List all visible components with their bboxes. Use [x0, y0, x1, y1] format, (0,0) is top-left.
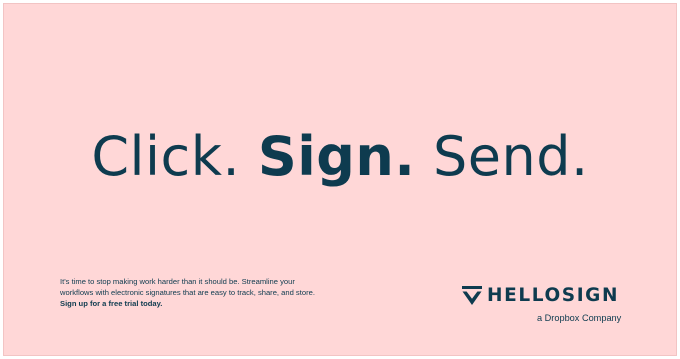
headline-word-send: Send.: [433, 125, 589, 188]
body-copy-line-2: workflows with electronic signatures tha…: [60, 288, 315, 298]
body-copy: It's time to stop making work harder tha…: [60, 276, 390, 310]
hellosign-ad-banner[interactable]: Click. Sign. Send. It's time to stop mak…: [3, 3, 677, 356]
headline-word-click: Click.: [91, 125, 241, 188]
body-copy-line-1: It's time to stop making work harder tha…: [60, 277, 295, 286]
headline-word-sign: Sign.: [257, 125, 416, 188]
hellosign-logo: HELLOSIGN a Dropbox Company: [458, 285, 638, 327]
hellosign-wordmark: HELLOSIGN: [487, 285, 620, 306]
headline: Click. Sign. Send.: [4, 122, 676, 192]
dropbox-company-tagline: a Dropbox Company: [537, 313, 622, 323]
free-trial-cta[interactable]: Sign up for a free trial today.: [60, 298, 390, 309]
hellosign-check-icon: [462, 286, 482, 305]
